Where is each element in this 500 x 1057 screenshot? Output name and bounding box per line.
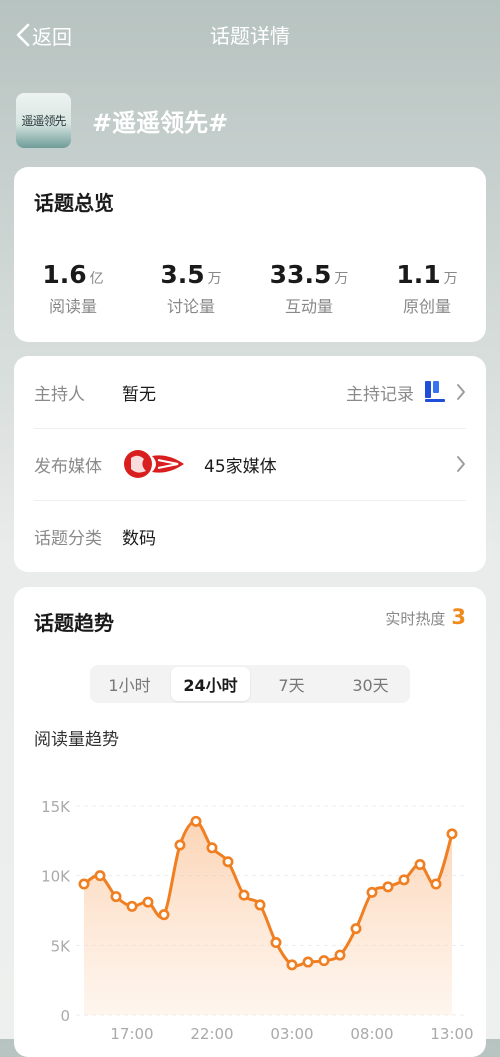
- host-log-label: 主持记录: [346, 384, 414, 405]
- data-point[interactable]: [254, 899, 266, 911]
- host-log-link[interactable]: 主持记录: [346, 379, 466, 405]
- media-arrow: [448, 455, 466, 473]
- stat-value: 1.1: [396, 260, 441, 289]
- host-log-icon: [425, 381, 445, 402]
- data-point[interactable]: [94, 870, 106, 882]
- read-trend-chart: 0 5K 10K 15K 17:00 22:00 03:00 08:00 13:00: [41, 798, 474, 1043]
- category-label: 话题分类: [34, 528, 102, 549]
- x-tick-label: 22:00: [190, 1025, 233, 1043]
- x-tick-label: 13:00: [430, 1025, 473, 1043]
- stat-unit: 万: [334, 271, 349, 287]
- media-label: 发布媒体: [34, 456, 102, 477]
- y-tick-label: 0: [60, 1007, 70, 1025]
- stat-unit: 万: [443, 271, 458, 287]
- chevron-right-icon: [457, 384, 465, 400]
- host-value: 暂无: [122, 384, 156, 405]
- data-point[interactable]: [110, 891, 122, 903]
- topic-avatar: 遥遥领先: [16, 93, 71, 148]
- stat-value: 3.5: [160, 260, 205, 289]
- data-point[interactable]: [142, 896, 154, 908]
- host-label: 主持人: [34, 384, 85, 405]
- overview-card: 话题总览 1.6 亿 阅读量 3.5 万 讨论量 33.5 万 互动量 1.1 万 原创…: [14, 167, 486, 342]
- data-point[interactable]: [430, 878, 442, 890]
- category-value: 数码: [122, 528, 156, 549]
- data-point[interactable]: [286, 959, 298, 971]
- category-row: 话题分类 数码: [34, 500, 466, 572]
- page-title: 话题详情: [210, 24, 290, 48]
- data-point[interactable]: [398, 874, 410, 886]
- data-point[interactable]: [238, 889, 250, 901]
- x-tick-label: 03:00: [270, 1025, 313, 1043]
- data-point[interactable]: [334, 949, 346, 961]
- overview-stats: 1.6 亿 阅读量 3.5 万 讨论量 33.5 万 互动量 1.1 万 原创量: [14, 260, 486, 317]
- stat-value: 1.6: [42, 260, 87, 289]
- data-point[interactable]: [414, 859, 426, 871]
- y-tick-label: 5K: [51, 937, 72, 955]
- x-tick-label: 17:00: [110, 1025, 153, 1043]
- trend-card: 话题趋势 实时热度 3 1小时 24小时 7天 30天 阅读量趋势 0 5K 10K…: [14, 587, 486, 1057]
- nav-bar: 返回 话题详情: [0, 0, 500, 70]
- data-point[interactable]: [446, 828, 458, 840]
- data-point[interactable]: [158, 909, 170, 921]
- data-point[interactable]: [382, 881, 394, 893]
- y-tick-label: 10K: [41, 868, 71, 886]
- stat-label: 阅读量: [48, 297, 97, 316]
- stat-reads: 1.6 亿 阅读量: [14, 260, 132, 317]
- data-point[interactable]: [78, 878, 90, 890]
- chevron-right-icon: [457, 456, 465, 472]
- stat-label: 原创量: [402, 297, 451, 316]
- y-tick-label: 15K: [41, 798, 71, 816]
- media-logo: [124, 450, 184, 478]
- stat-interactions: 33.5 万 互动量: [250, 260, 368, 317]
- media-value: 45家媒体: [204, 456, 277, 477]
- data-point[interactable]: [270, 937, 282, 949]
- data-point[interactable]: [366, 886, 378, 898]
- data-point[interactable]: [206, 842, 218, 854]
- media-row[interactable]: 发布媒体 45家媒体: [34, 428, 466, 501]
- stat-label: 讨论量: [166, 297, 215, 316]
- stat-value: 33.5: [269, 260, 332, 289]
- topic-name: #遥遥领先#: [92, 109, 229, 137]
- x-tick-label: 08:00: [350, 1025, 393, 1043]
- data-point[interactable]: [302, 956, 314, 968]
- host-row: 主持人 暂无 主持记录: [34, 356, 466, 429]
- overview-title: 话题总览: [34, 191, 114, 215]
- info-card: 主持人 暂无 主持记录 发布媒体 45家媒体 话题分类 数码: [14, 356, 486, 572]
- stat-discussions: 3.5 万 讨论量: [132, 260, 250, 317]
- data-point[interactable]: [190, 815, 202, 827]
- chart-area: [84, 821, 452, 1015]
- data-point[interactable]: [174, 839, 186, 851]
- topic-avatar-text: 遥遥领先: [21, 114, 66, 128]
- topic-header: 遥遥领先 #遥遥领先#: [16, 93, 228, 148]
- data-point[interactable]: [222, 856, 234, 868]
- stat-label: 互动量: [284, 297, 333, 316]
- data-point[interactable]: [350, 923, 362, 935]
- stat-unit: 亿: [89, 271, 104, 287]
- stat-unit: 万: [207, 271, 222, 287]
- data-point[interactable]: [318, 955, 330, 967]
- data-point[interactable]: [126, 900, 138, 912]
- stat-originals: 1.1 万 原创量: [368, 260, 486, 317]
